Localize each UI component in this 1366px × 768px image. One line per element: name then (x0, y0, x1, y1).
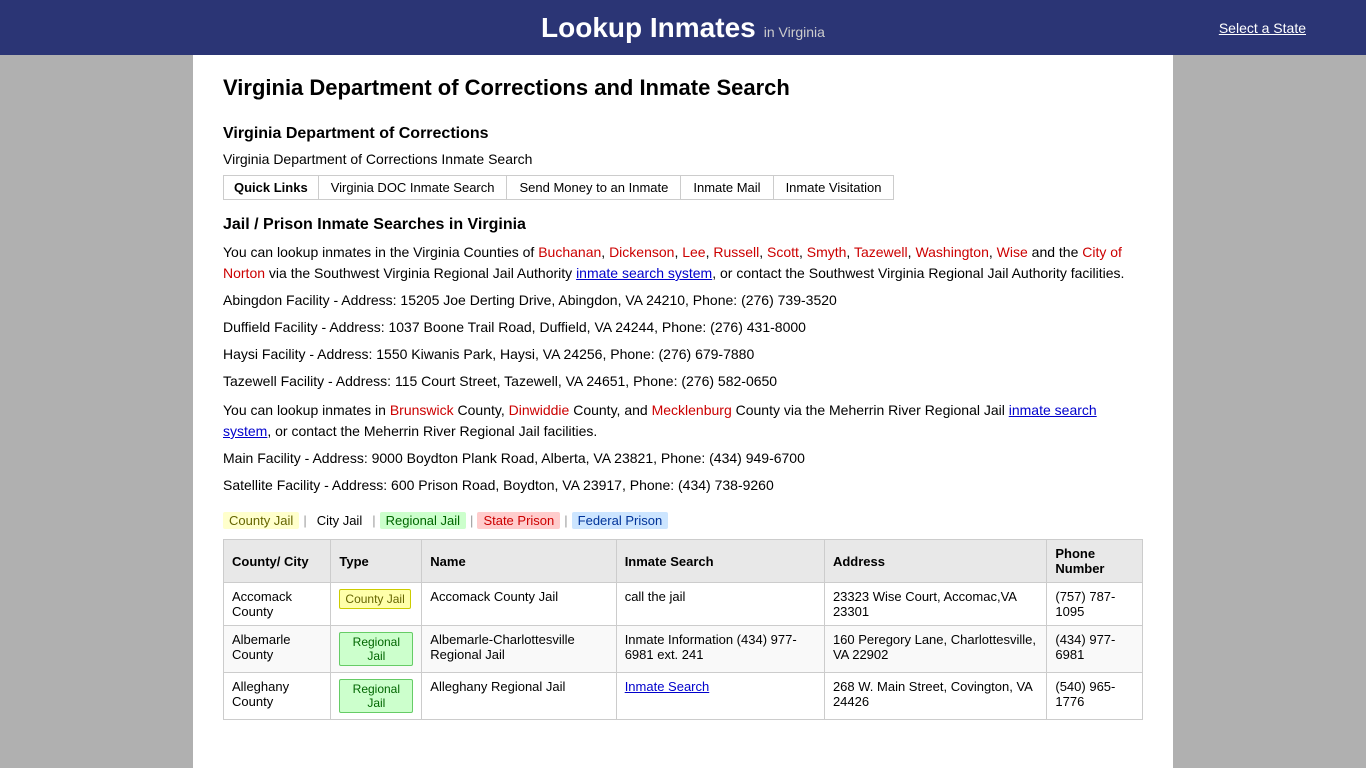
cell-county: Accomack County (224, 583, 331, 626)
county-russell[interactable]: Russell (713, 244, 759, 260)
svr-inmate-search-link[interactable]: inmate search system (576, 265, 712, 281)
legend-federal-prison: Federal Prison (572, 512, 669, 529)
table-row: Alleghany County Regional Jail Alleghany… (224, 673, 1143, 720)
cell-address: 23323 Wise Court, Accomac,VA 23301 (824, 583, 1046, 626)
doc-section: Virginia Department of Corrections Virgi… (223, 125, 1143, 200)
type-badge-regional-jail: Regional Jail (339, 632, 413, 666)
svr-facility-3: Haysi Facility - Address: 1550 Kiwanis P… (223, 344, 1143, 365)
table-row: Accomack County County Jail Accomack Cou… (224, 583, 1143, 626)
merr-facility-2: Satellite Facility - Address: 600 Prison… (223, 475, 1143, 496)
col-type: Type (331, 540, 422, 583)
merr-paragraph: You can lookup inmates in Brunswick Coun… (223, 400, 1143, 442)
table-row: Albemarle County Regional Jail Albemarle… (224, 626, 1143, 673)
facility-type-legend: County Jail | City Jail | Regional Jail … (223, 512, 1143, 529)
county-wise[interactable]: Wise (997, 244, 1028, 260)
svr-facility-1: Abingdon Facility - Address: 15205 Joe D… (223, 290, 1143, 311)
site-title: Lookup Inmates (541, 12, 756, 44)
inmate-table: County/ City Type Name Inmate Search Add… (223, 539, 1143, 720)
county-washington[interactable]: Washington (915, 244, 988, 260)
cell-name: Albemarle-Charlottesville Regional Jail (422, 626, 616, 673)
quick-link-inmate-visitation[interactable]: Inmate Visitation (774, 176, 894, 199)
page-title: Virginia Department of Corrections and I… (223, 75, 1143, 105)
type-badge-regional-jail: Regional Jail (339, 679, 413, 713)
cell-name: Alleghany Regional Jail (422, 673, 616, 720)
quick-link-doc-search[interactable]: Virginia DOC Inmate Search (319, 176, 508, 199)
county-tazewell[interactable]: Tazewell (854, 244, 908, 260)
svr-facility-2: Duffield Facility - Address: 1037 Boone … (223, 317, 1143, 338)
cell-name: Accomack County Jail (422, 583, 616, 626)
cell-address: 160 Peregory Lane, Charlottesville, VA 2… (824, 626, 1046, 673)
quick-link-inmate-mail[interactable]: Inmate Mail (681, 176, 773, 199)
cell-inmate-search: call the jail (616, 583, 824, 626)
state-label: in Virginia (764, 24, 825, 40)
quick-links-label: Quick Links (224, 176, 319, 199)
legend-city-jail: City Jail (311, 512, 369, 529)
county-dickenson[interactable]: Dickenson (609, 244, 674, 260)
site-header: Lookup Inmates in Virginia Select a Stat… (0, 0, 1366, 55)
inmate-search-link[interactable]: Inmate Search (625, 679, 710, 694)
county-dinwiddie[interactable]: Dinwiddie (509, 402, 570, 418)
cell-inmate-search: Inmate Search (616, 673, 824, 720)
county-scott[interactable]: Scott (767, 244, 799, 260)
main-content: Virginia Department of Corrections and I… (193, 55, 1173, 768)
svr-paragraph: You can lookup inmates in the Virginia C… (223, 242, 1143, 284)
legend-sep-4: | (564, 513, 567, 528)
jail-section-title: Jail / Prison Inmate Searches in Virgini… (223, 216, 1143, 234)
legend-regional-jail: Regional Jail (380, 512, 466, 529)
doc-subtitle: Virginia Department of Corrections Inmat… (223, 151, 1143, 167)
county-buchanan[interactable]: Buchanan (538, 244, 601, 260)
header-title-group: Lookup Inmates in Virginia (541, 12, 825, 44)
col-address: Address (824, 540, 1046, 583)
cell-county: Alleghany County (224, 673, 331, 720)
col-phone: Phone Number (1047, 540, 1143, 583)
cell-address: 268 W. Main Street, Covington, VA 24426 (824, 673, 1046, 720)
cell-phone: (757) 787-1095 (1047, 583, 1143, 626)
legend-sep-1: | (303, 513, 306, 528)
col-name: Name (422, 540, 616, 583)
cell-phone: (434) 977-6981 (1047, 626, 1143, 673)
legend-sep-2: | (372, 513, 375, 528)
cell-inmate-search: Inmate Information (434) 977-6981 ext. 2… (616, 626, 824, 673)
county-lee[interactable]: Lee (682, 244, 705, 260)
cell-type: Regional Jail (331, 673, 422, 720)
doc-section-title: Virginia Department of Corrections (223, 125, 1143, 143)
county-brunswick[interactable]: Brunswick (390, 402, 454, 418)
quick-link-send-money[interactable]: Send Money to an Inmate (507, 176, 681, 199)
cell-phone: (540) 965-1776 (1047, 673, 1143, 720)
legend-county-jail: County Jail (223, 512, 299, 529)
cell-type: County Jail (331, 583, 422, 626)
county-mecklenburg[interactable]: Mecklenburg (652, 402, 732, 418)
svr-facility-4: Tazewell Facility - Address: 115 Court S… (223, 371, 1143, 392)
county-smyth[interactable]: Smyth (807, 244, 847, 260)
legend-state-prison: State Prison (477, 512, 560, 529)
cell-type: Regional Jail (331, 626, 422, 673)
col-inmate-search: Inmate Search (616, 540, 824, 583)
cell-county: Albemarle County (224, 626, 331, 673)
select-state-link[interactable]: Select a State (1219, 20, 1306, 36)
quick-links-bar: Quick Links Virginia DOC Inmate Search S… (223, 175, 894, 200)
jail-section: Jail / Prison Inmate Searches in Virgini… (223, 216, 1143, 496)
type-badge-county-jail: County Jail (339, 589, 410, 609)
col-county-city: County/ City (224, 540, 331, 583)
legend-sep-3: | (470, 513, 473, 528)
merr-facility-1: Main Facility - Address: 9000 Boydton Pl… (223, 448, 1143, 469)
